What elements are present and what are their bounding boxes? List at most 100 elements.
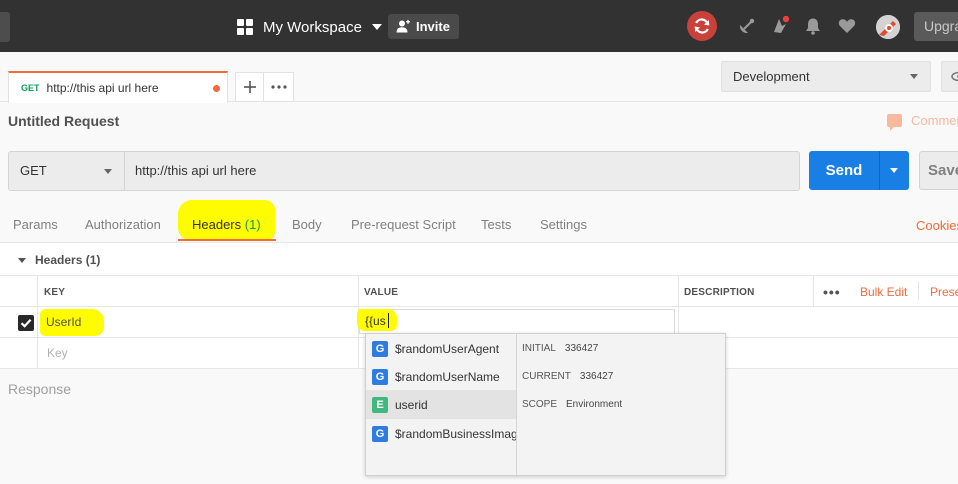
suggestion-item[interactable]: G $randomUserName	[366, 362, 516, 391]
header-key-input[interactable]: UserId	[46, 315, 81, 329]
suggestion-label: $randomBusinessImag	[395, 426, 516, 441]
global-variable-icon: G	[372, 340, 388, 357]
heart-icon[interactable]	[837, 16, 857, 36]
send-options-button[interactable]	[879, 151, 909, 190]
environment-variable-icon: E	[372, 396, 388, 413]
divider	[813, 275, 814, 306]
add-user-icon	[396, 20, 410, 33]
chevron-down-icon	[910, 74, 918, 79]
more-options-button[interactable]: •••	[823, 285, 841, 299]
environment-select[interactable]: Development	[721, 61, 931, 92]
header-enabled-checkbox[interactable]	[18, 315, 34, 331]
top-bar: My Workspace Invite Upgr	[0, 0, 958, 52]
environment-name: Development	[733, 69, 810, 84]
suggestion-item[interactable]: G $randomBusinessImag	[366, 419, 516, 448]
detail-label: INITIAL	[522, 343, 556, 354]
active-tab-indicator	[178, 239, 276, 241]
suggestion-item-selected[interactable]: E userid	[366, 390, 516, 419]
sync-button[interactable]	[687, 11, 717, 41]
detail-label: CURRENT	[522, 371, 571, 382]
tab-headers-label: Headers	[192, 217, 242, 232]
comments-button[interactable]: Commen	[887, 113, 958, 131]
new-tab-button[interactable]	[235, 72, 264, 102]
request-tab-method: GET	[21, 83, 40, 93]
workspace-switcher[interactable]: My Workspace	[237, 14, 382, 40]
response-label: Response	[8, 381, 72, 397]
more-tabs-button[interactable]	[263, 72, 294, 102]
cookies-link[interactable]: Cookies	[916, 218, 958, 233]
bulk-edit-link[interactable]: Bulk Edit	[860, 285, 907, 299]
check-icon	[20, 319, 32, 328]
suggestion-label: userid	[395, 397, 428, 412]
avatar-icon	[876, 15, 900, 39]
comment-icon	[887, 114, 902, 131]
tab-body[interactable]: Body	[292, 217, 322, 232]
request-tabs-bar: GET http://this api url here Development	[0, 52, 958, 103]
invite-label: Invite	[416, 19, 450, 34]
tab-authorization[interactable]: Authorization	[85, 217, 161, 232]
tab-params[interactable]: Params	[13, 217, 58, 232]
url-input[interactable]: http://this api url here	[124, 151, 800, 191]
upgrade-button[interactable]: Upgra	[914, 12, 958, 41]
request-tab-url: http://this api url here	[46, 81, 159, 95]
grid-icon	[237, 19, 253, 35]
column-header-value: VALUE	[364, 287, 399, 298]
tab-settings[interactable]: Settings	[540, 217, 587, 232]
divider	[37, 275, 38, 368]
presets-link[interactable]: Prese	[930, 285, 958, 299]
chevron-down-icon	[104, 169, 112, 174]
plus-icon	[243, 81, 256, 93]
send-button[interactable]: Send	[809, 151, 879, 190]
variable-detail-row: INITIAL 336427	[522, 343, 598, 354]
request-tab[interactable]: GET http://this api url here	[8, 71, 228, 103]
detail-label: SCOPE	[522, 399, 558, 410]
divider	[0, 275, 958, 276]
detail-value: 336427	[579, 371, 614, 382]
suggestion-item[interactable]: G $randomUserAgent	[366, 334, 516, 363]
collapse-triangle-icon	[18, 257, 26, 263]
avatar[interactable]	[876, 15, 900, 39]
notification-icon[interactable]	[770, 16, 790, 36]
header-value-input[interactable]: {{us	[365, 314, 386, 328]
tab-headers-count: (1)	[244, 217, 261, 232]
column-header-key: KEY	[44, 287, 66, 298]
divider	[918, 282, 919, 300]
detail-value: Environment	[566, 399, 623, 410]
bell-icon[interactable]	[803, 16, 823, 36]
save-button[interactable]: Save	[919, 151, 958, 190]
environment-quick-look-button[interactable]	[941, 61, 958, 92]
suggestion-label: $randomUserAgent	[395, 341, 500, 356]
method-select[interactable]: GET	[8, 151, 125, 191]
tab-headers[interactable]: Headers (1)	[192, 217, 261, 232]
sidebar-toggle-button[interactable]	[0, 12, 10, 42]
column-header-description: DESCRIPTION	[684, 287, 755, 298]
headers-section-toggle[interactable]: Headers (1)	[18, 253, 100, 267]
headers-section-title: Headers (1)	[35, 253, 101, 267]
global-variable-icon: G	[372, 368, 388, 385]
divider	[516, 334, 517, 475]
satellite-icon[interactable]	[737, 16, 757, 36]
suggestion-label: $randomUserName	[395, 369, 500, 384]
chevron-down-icon	[890, 168, 898, 173]
request-title[interactable]: Untitled Request	[8, 113, 119, 129]
new-key-input[interactable]: Key	[47, 346, 68, 360]
global-variable-icon: G	[372, 425, 388, 442]
detail-value: 336427	[564, 343, 599, 354]
more-icon	[270, 85, 287, 89]
method-value: GET	[20, 163, 47, 178]
comments-label: Commen	[911, 113, 958, 128]
variable-autocomplete-popup: G $randomUserAgent G $randomUserName E u…	[365, 333, 726, 476]
divider	[0, 306, 958, 307]
header-value-field[interactable]	[359, 309, 675, 334]
chevron-down-icon	[371, 24, 382, 30]
variable-detail-row: SCOPE Environment	[522, 399, 622, 410]
variable-detail-row: CURRENT 336427	[522, 371, 613, 382]
tab-tests[interactable]: Tests	[481, 217, 511, 232]
tab-pre-request-script[interactable]: Pre-request Script	[351, 217, 456, 232]
sync-icon	[694, 18, 710, 34]
workspace-name: My Workspace	[263, 18, 362, 36]
invite-button[interactable]: Invite	[388, 14, 459, 39]
eye-icon	[951, 71, 958, 82]
text-cursor	[388, 313, 389, 328]
unsaved-dot-icon	[213, 85, 220, 92]
